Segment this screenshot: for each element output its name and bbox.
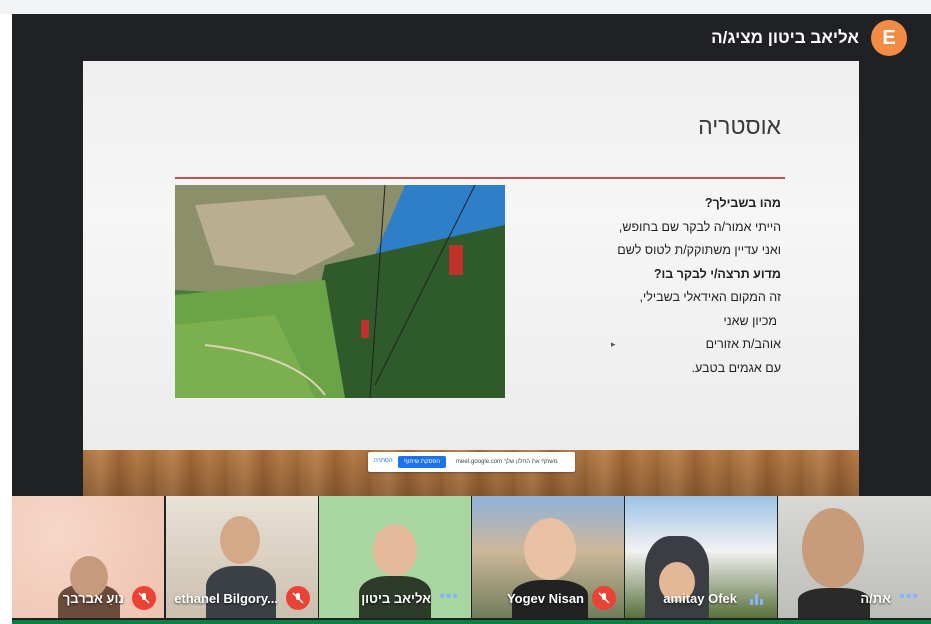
mic-off-icon — [132, 586, 156, 610]
slide-photo-cable-car — [175, 185, 505, 398]
browser-top-strip — [0, 0, 931, 15]
slide-line: הייתי אמור/ה לבקר שם בחופש, — [618, 219, 781, 234]
participant-tile[interactable]: Yogev Nisan — [472, 496, 624, 618]
hide-share-bar-button[interactable]: הסתרה — [374, 458, 393, 464]
participant-name: ethanel Bilgory... — [174, 591, 278, 606]
screen-share-bar: הסתרה הפסקת שיתוף meet.google.com משתף א… — [368, 452, 575, 472]
slide-line: מכיון שאני — [723, 313, 777, 328]
bottom-accent-line — [12, 620, 931, 624]
slide-line: מהו בשבילך? — [704, 196, 781, 210]
participant-face — [373, 524, 417, 576]
slide-line: ואני עדיין משתוקק/ת לטוס לשם — [617, 243, 781, 257]
presenter-avatar[interactable]: E — [871, 20, 907, 56]
participant-tile[interactable]: נועַ אברבך — [12, 496, 164, 618]
slide-divider — [175, 177, 785, 179]
stop-sharing-button[interactable]: הפסקת שיתוף — [398, 456, 447, 468]
participant-strip: נועַ אברבך ethanel Bilgory... אליאב ביטו… — [12, 496, 931, 624]
slide-line: עם אגמים בטבע. — [691, 360, 781, 375]
speaking-icon — [750, 594, 763, 605]
slide-line: מדוע תרצה/י לבקר בו? — [653, 266, 781, 281]
presenter-name: אליאב ביטון מציג/ה — [711, 28, 859, 47]
slide-line: אוהב/ת אזורים — [705, 337, 781, 351]
mic-off-icon — [592, 586, 616, 610]
more-icon[interactable]: ••• — [439, 588, 459, 606]
participant-face — [524, 518, 576, 580]
slide-body-text: מהו בשבילך? הייתי אמור/ה לבקר שם בחופש, … — [501, 192, 781, 380]
participant-name: את/ה — [860, 591, 891, 606]
participant-name: amitay Ofek — [663, 591, 737, 606]
participant-tile[interactable]: את/ה ••• — [778, 496, 931, 618]
mic-off-icon — [286, 586, 310, 610]
participant-tile[interactable]: amitay Ofek — [625, 496, 777, 618]
share-message: meet.google.com משתף את החלון שלך — [456, 459, 558, 465]
participant-face — [220, 516, 260, 564]
participant-name: אליאב ביטון — [361, 591, 431, 606]
shared-slide: אוסטריה מהו בשבילך? הייתי אמור/ה לבקר שם… — [83, 61, 859, 450]
slide-title: אוסטריה — [698, 113, 781, 139]
presentation-stage: אליאב ביטון מציג/ה E אוסטריה מהו בשבילך?… — [12, 14, 931, 496]
participant-tile[interactable]: ethanel Bilgory... — [166, 496, 318, 618]
participant-name: Yogev Nisan — [506, 591, 584, 606]
participant-face — [802, 508, 864, 588]
participant-tile[interactable]: אליאב ביטון ••• — [319, 496, 471, 618]
participant-name: נועַ אברבך — [62, 591, 124, 606]
more-icon[interactable]: ••• — [899, 588, 919, 606]
slide-line: זה המקום האידאלי בשבילי, — [639, 290, 781, 304]
mouse-cursor-icon: ▸ — [611, 339, 616, 349]
presenter-bar: אליאב ביטון מציג/ה E — [711, 14, 931, 62]
